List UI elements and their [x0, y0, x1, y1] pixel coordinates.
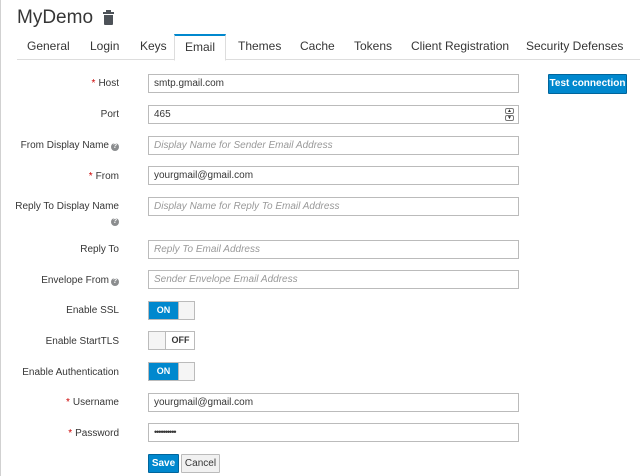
tab-cache[interactable]: Cache	[290, 34, 345, 60]
chevron-up-icon[interactable]: ▲	[505, 108, 514, 114]
realm-settings-tabs: General Login Keys Email Themes Cache To…	[17, 34, 640, 61]
tab-tokens[interactable]: Tokens	[344, 34, 402, 60]
username-label: * Username	[65, 397, 119, 408]
reply-to-display-name-label: Reply To Display Name?	[15, 201, 119, 226]
required-mark: *	[88, 171, 93, 182]
tab-themes[interactable]: Themes	[228, 34, 291, 60]
password-label: * Password	[68, 428, 119, 439]
required-mark: *	[91, 78, 96, 89]
reply-to-display-name-input[interactable]: Display Name for Reply To Email Address	[148, 197, 519, 216]
tab-email[interactable]: Email	[174, 34, 227, 61]
realm-title: MyDemo	[17, 7, 94, 28]
reply-to-label: Reply To	[80, 244, 119, 255]
enable-ssl-label: Enable SSL	[66, 305, 119, 316]
port-label: Port	[100, 109, 119, 120]
host-label: * Host	[91, 78, 119, 89]
password-input[interactable]: ••••••••••	[148, 423, 519, 442]
left-panel-border	[0, 0, 1, 476]
tab-general[interactable]: General	[17, 34, 80, 60]
enable-authentication-label: Enable Authentication	[22, 367, 119, 378]
port-input[interactable]: 465 ▲ ▼	[148, 105, 519, 124]
username-input[interactable]: yourgmail@gmail.com	[148, 393, 519, 412]
toggle-knob	[178, 363, 194, 380]
port-spinner[interactable]: ▲ ▼	[505, 108, 514, 121]
cancel-button[interactable]: Cancel	[181, 454, 220, 473]
tab-client-registration[interactable]: Client Registration	[401, 34, 519, 60]
port-value: 465	[154, 109, 171, 120]
toggle-state: OFF	[171, 335, 190, 345]
host-input[interactable]: smtp.gmail.com	[148, 74, 519, 93]
help-icon[interactable]: ?	[111, 278, 119, 286]
toggle-state: ON	[149, 302, 178, 319]
trash-icon[interactable]	[103, 10, 115, 25]
tab-login[interactable]: Login	[80, 34, 129, 60]
test-connection-button[interactable]: Test connection	[548, 74, 627, 94]
enable-starttls-label: Enable StartTLS	[45, 336, 119, 347]
toggle-knob	[149, 332, 166, 349]
envelope-from-label: Envelope From?	[41, 275, 119, 286]
toggle-knob	[178, 302, 194, 319]
help-icon[interactable]: ?	[111, 143, 119, 151]
enable-ssl-toggle[interactable]: ON	[148, 301, 195, 320]
help-icon[interactable]: ?	[111, 218, 119, 226]
required-mark: *	[68, 428, 73, 439]
from-input[interactable]: yourgmail@gmail.com	[148, 166, 519, 185]
tab-security-defenses[interactable]: Security Defenses	[516, 34, 633, 60]
required-mark: *	[65, 397, 70, 408]
page-header: MyDemo	[17, 6, 115, 30]
envelope-from-input[interactable]: Sender Envelope Email Address	[148, 270, 519, 289]
toggle-state: ON	[149, 363, 178, 380]
tab-keys[interactable]: Keys	[130, 34, 177, 60]
enable-authentication-toggle[interactable]: ON	[148, 362, 195, 381]
from-label: * From	[88, 171, 119, 182]
chevron-down-icon[interactable]: ▼	[505, 115, 514, 121]
from-display-name-input[interactable]: Display Name for Sender Email Address	[148, 136, 519, 155]
enable-starttls-toggle[interactable]: OFF	[148, 331, 195, 350]
reply-to-input[interactable]: Reply To Email Address	[148, 240, 519, 259]
save-button[interactable]: Save	[148, 454, 179, 473]
from-display-name-label: From Display Name?	[20, 140, 119, 151]
